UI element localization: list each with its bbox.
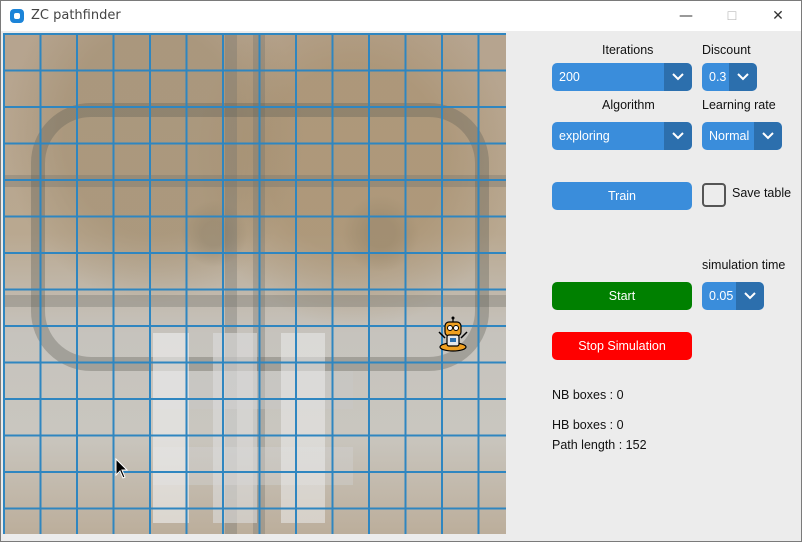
simulation-time-dropdown[interactable]: 0.05 [702, 282, 764, 310]
discount-dropdown[interactable]: 0.3 [702, 63, 757, 91]
learning-rate-dropdown[interactable]: Normal [702, 122, 782, 150]
app-icon [10, 9, 24, 23]
learning-rate-label: Learning rate [702, 98, 776, 112]
algorithm-value: exploring [559, 129, 610, 143]
chevron-down-icon[interactable] [664, 122, 692, 150]
iterations-label: Iterations [602, 43, 654, 57]
pathfinding-grid[interactable] [3, 33, 506, 534]
title-bar[interactable]: ZC pathfinder — ☐ ✕ [1, 1, 801, 31]
iterations-dropdown[interactable]: 200 [552, 63, 692, 91]
map-canvas[interactable] [3, 33, 506, 534]
chevron-down-icon[interactable] [736, 282, 764, 310]
mouse-cursor-icon [115, 457, 129, 484]
control-panel: Iterations 200 Discount 0.3 Algorithm ex… [506, 32, 801, 541]
discount-value: 0.3 [709, 70, 727, 84]
chevron-down-icon[interactable] [664, 63, 692, 91]
path-length-text: Path length : 152 [552, 438, 647, 452]
chevron-down-icon[interactable] [754, 122, 782, 150]
train-button[interactable]: Train [552, 182, 692, 210]
algorithm-dropdown[interactable]: exploring [552, 122, 692, 150]
window-title: ZC pathfinder [31, 8, 121, 23]
app-window: ZC pathfinder — ☐ ✕ Iterations 200 Disco… [0, 0, 802, 542]
start-button[interactable]: Start [552, 282, 692, 310]
stop-simulation-button[interactable]: Stop Simulation [552, 332, 692, 360]
algorithm-label: Algorithm [602, 98, 655, 112]
maximize-button[interactable]: ☐ [709, 1, 755, 31]
learning-rate-value: Normal [709, 129, 750, 143]
save-table-checkbox[interactable] [702, 183, 726, 207]
minimize-button[interactable]: — [663, 1, 709, 31]
save-table-label: Save table [732, 186, 792, 200]
discount-label: Discount [702, 43, 751, 57]
chevron-down-icon[interactable] [729, 63, 757, 91]
simulation-time-value: 0.05 [709, 289, 734, 303]
simulation-time-label: simulation time [702, 258, 786, 272]
nb-boxes-text: NB boxes : 0 [552, 388, 624, 402]
close-button[interactable]: ✕ [755, 1, 801, 31]
hb-boxes-text: HB boxes : 0 [552, 418, 624, 432]
robot-icon [435, 316, 471, 352]
iterations-value: 200 [559, 70, 580, 84]
